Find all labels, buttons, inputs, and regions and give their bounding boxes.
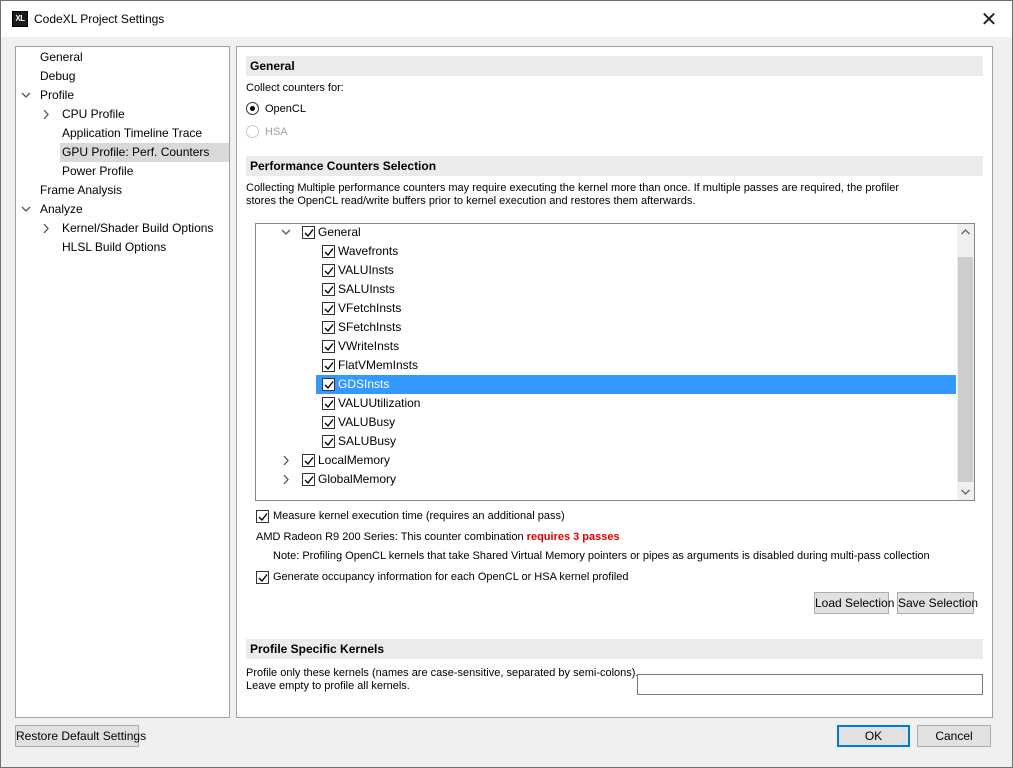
perf-description-line2: stores the OpenCL read/write buffers pri…: [246, 195, 696, 207]
tree-item-power-profile[interactable]: Power Profile: [62, 162, 229, 181]
chevron-down-icon[interactable]: [20, 86, 32, 105]
measure-time-label[interactable]: Measure kernel execution time (requires …: [273, 510, 565, 522]
tree-item-label: CPU Profile: [62, 107, 125, 121]
chevron-down-icon[interactable]: [20, 200, 32, 219]
load-selection-button[interactable]: Load Selection: [814, 592, 894, 614]
counter-item-salubusy[interactable]: SALUBusy: [338, 432, 396, 451]
tree-item-label: Debug: [40, 69, 76, 83]
tree-item-profile[interactable]: Profile: [40, 86, 229, 105]
svm-note: Note: Profiling OpenCL kernels that take…: [273, 550, 930, 562]
tree-item-frame-analysis[interactable]: Frame Analysis: [40, 181, 229, 200]
measure-time-checkbox[interactable]: [256, 510, 269, 523]
kernels-input[interactable]: [637, 674, 983, 695]
codexl-app-icon: XL: [12, 11, 28, 27]
kernels-description-line1: Profile only these kernels (names are ca…: [246, 667, 639, 679]
opencl-radio[interactable]: [246, 102, 259, 115]
close-icon[interactable]: ✕: [972, 4, 1006, 34]
tree-item-label: Profile: [40, 88, 75, 102]
restore-default-settings-button[interactable]: Restore Default Settings: [15, 725, 146, 747]
scrollbar-thumb[interactable]: [958, 257, 973, 482]
tree-item-label: Power Profile: [62, 164, 134, 178]
settings-tree: General Debug Profile CPU Profile Applic…: [15, 46, 230, 718]
tree-item-cpu-profile[interactable]: CPU Profile: [62, 105, 229, 124]
chevron-right-icon[interactable]: [40, 219, 52, 238]
counter-checkbox[interactable]: [322, 435, 335, 448]
passes-emphasis: requires 3 passes: [526, 531, 620, 543]
counter-item-wavefronts[interactable]: Wavefronts: [338, 242, 398, 261]
tree-item-hlsl-build-options[interactable]: HLSL Build Options: [62, 238, 229, 257]
kernels-description-line2: Leave empty to profile all kernels.: [246, 680, 410, 692]
hsa-radio-label: HSA: [265, 126, 288, 138]
tree-item-debug[interactable]: Debug: [40, 67, 229, 86]
counter-group-general-checkbox[interactable]: [302, 226, 315, 239]
tree-item-general[interactable]: General: [40, 48, 229, 67]
counter-checkbox[interactable]: [322, 264, 335, 277]
cancel-button[interactable]: Cancel: [917, 725, 991, 747]
tree-item-application-timeline-trace[interactable]: Application Timeline Trace: [62, 124, 229, 143]
tree-item-kernel-shader-build-options[interactable]: Kernel/Shader Build Options: [62, 219, 229, 238]
counter-checkbox[interactable]: [322, 378, 335, 391]
save-selection-button[interactable]: Save Selection: [897, 592, 978, 614]
chevron-right-icon[interactable]: [280, 451, 292, 470]
counters-tree[interactable]: General Wavefronts VALUInsts SALUInsts V…: [255, 223, 975, 501]
tree-item-gpu-profile-perf-counters[interactable]: GPU Profile: Perf. Counters: [60, 143, 229, 162]
counter-group-localmemory-checkbox[interactable]: [302, 454, 315, 467]
section-header-profile-kernels: Profile Specific Kernels: [246, 639, 983, 659]
window-title: CodeXL Project Settings: [34, 12, 165, 26]
counter-item-valuinsts[interactable]: VALUInsts: [338, 261, 394, 280]
tree-item-label: Kernel/Shader Build Options: [62, 221, 214, 235]
counter-checkbox[interactable]: [322, 397, 335, 410]
counter-item-gdsinsts[interactable]: GDSInsts: [338, 375, 389, 394]
collect-counters-label: Collect counters for:: [246, 82, 344, 94]
counter-item-valubusy[interactable]: VALUBusy: [338, 413, 395, 432]
tree-item-label: GPU Profile: Perf. Counters: [62, 145, 210, 159]
occupancy-checkbox[interactable]: [256, 571, 269, 584]
counter-group-localmemory[interactable]: LocalMemory: [318, 451, 390, 470]
counter-group-general[interactable]: General: [318, 224, 361, 242]
tree-item-label: HLSL Build Options: [62, 240, 167, 254]
settings-content: General Collect counters for: OpenCL HSA…: [236, 46, 993, 718]
chevron-down-icon[interactable]: [280, 224, 292, 242]
counter-item-vfetchinsts[interactable]: VFetchInsts: [338, 299, 401, 318]
tree-item-label: Analyze: [40, 202, 83, 216]
opencl-radio-label[interactable]: OpenCL: [265, 103, 306, 115]
counter-checkbox[interactable]: [322, 321, 335, 334]
counters-scrollbar[interactable]: [957, 224, 974, 500]
counter-row-selected[interactable]: [316, 375, 956, 394]
counter-checkbox[interactable]: [322, 340, 335, 353]
counter-item-saluinsts[interactable]: SALUInsts: [338, 280, 395, 299]
counter-item-flatvmeminsts[interactable]: FlatVMemInsts: [338, 356, 418, 375]
counter-checkbox[interactable]: [322, 302, 335, 315]
tree-item-label: General: [40, 50, 83, 64]
occupancy-label[interactable]: Generate occupancy information for each …: [273, 571, 628, 583]
counter-item-vwriteinsts[interactable]: VWriteInsts: [338, 337, 399, 356]
counter-item-valuutilization[interactable]: VALUUtilization: [338, 394, 420, 413]
counter-checkbox[interactable]: [322, 283, 335, 296]
scroll-down-arrow-icon[interactable]: [957, 483, 974, 500]
chevron-right-icon[interactable]: [40, 105, 52, 124]
counter-item-sfetchinsts[interactable]: SFetchInsts: [338, 318, 401, 337]
project-settings-dialog: XL CodeXL Project Settings ✕ General Deb…: [0, 0, 1013, 768]
tree-item-analyze[interactable]: Analyze: [40, 200, 229, 219]
tree-item-label: Application Timeline Trace: [62, 126, 203, 140]
passes-info: AMD Radeon R9 200 Series: This counter c…: [256, 531, 620, 543]
hsa-radio: [246, 125, 259, 138]
title-bar: XL CodeXL Project Settings ✕: [1, 1, 1012, 37]
ok-button[interactable]: OK: [837, 725, 910, 747]
perf-description-line1: Collecting Multiple performance counters…: [246, 182, 899, 194]
scroll-up-arrow-icon[interactable]: [957, 224, 974, 241]
counter-checkbox[interactable]: [322, 416, 335, 429]
passes-prefix: AMD Radeon R9 200 Series: This counter c…: [256, 531, 527, 543]
tree-item-label: Frame Analysis: [40, 183, 123, 197]
counter-checkbox[interactable]: [322, 245, 335, 258]
chevron-right-icon[interactable]: [280, 470, 292, 489]
counter-group-globalmemory-checkbox[interactable]: [302, 473, 315, 486]
counter-group-globalmemory[interactable]: GlobalMemory: [318, 470, 396, 489]
section-header-general: General: [246, 56, 983, 76]
section-header-performance-counters: Performance Counters Selection: [246, 156, 983, 176]
counter-checkbox[interactable]: [322, 359, 335, 372]
